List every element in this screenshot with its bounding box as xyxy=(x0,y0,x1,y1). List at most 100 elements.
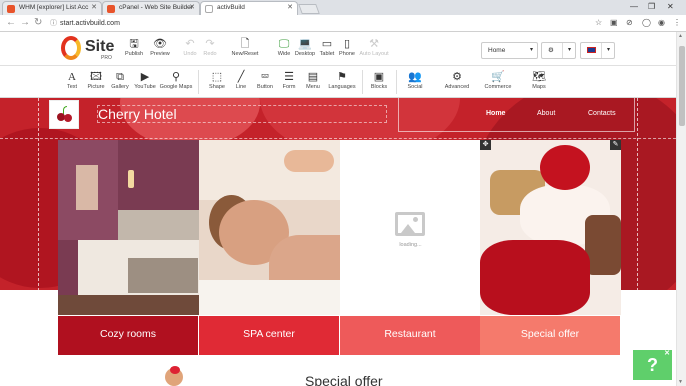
redo-button[interactable]: ↷ Redo xyxy=(200,38,220,57)
cart-icon: 🛒 xyxy=(491,71,505,83)
text-element-button[interactable]: A Text xyxy=(62,71,82,90)
close-icon[interactable]: ✕ xyxy=(91,2,97,14)
url-field[interactable]: ⓘ start.activbuild.com xyxy=(48,17,603,30)
menu-item-home[interactable]: Home xyxy=(486,110,505,117)
divider xyxy=(396,70,397,94)
undo-icon: ↶ xyxy=(185,38,195,50)
loading-text: loading... xyxy=(399,242,422,248)
phone-view-button[interactable]: ▯ Phone xyxy=(337,38,357,57)
tablet-view-button[interactable]: ▭ Tablet xyxy=(317,38,337,57)
close-icon[interactable]: ✕ xyxy=(664,349,670,358)
site-title[interactable]: Cherry Hotel xyxy=(97,105,387,123)
tile-spa-image[interactable] xyxy=(199,140,340,315)
tile-special-offer-image[interactable]: ✥ ✎ xyxy=(480,140,621,315)
new-reset-button[interactable]: 🗋 New/Reset xyxy=(230,38,260,57)
shape-element-button[interactable]: ⬚ Shape xyxy=(206,71,228,90)
form-icon: ☰ xyxy=(284,71,294,83)
image-placeholder: loading... xyxy=(340,140,481,315)
minimize-icon[interactable]: — xyxy=(630,0,638,14)
scroll-down-icon[interactable]: ▼ xyxy=(678,379,683,385)
move-handle-icon[interactable]: ✥ xyxy=(480,140,491,150)
close-icon[interactable]: ✕ xyxy=(287,2,293,14)
redo-label: Redo xyxy=(203,51,217,57)
page-select-value: Home xyxy=(488,47,506,54)
redo-icon: ↷ xyxy=(205,38,215,50)
tile-label-restaurant[interactable]: Restaurant xyxy=(340,316,480,355)
chevron-down-icon: ▾ xyxy=(529,47,533,53)
extension-icon[interactable]: ▣ xyxy=(610,18,618,28)
publish-button[interactable]: 🖫 Publish xyxy=(123,38,145,57)
tile-label-special-offer[interactable]: Special offer xyxy=(480,316,620,355)
save-icon: 🖫 xyxy=(129,38,139,50)
preview-button[interactable]: 👁 Preview xyxy=(148,38,172,57)
social-element-button[interactable]: 👥 Social xyxy=(403,71,427,90)
form-element-button[interactable]: ☰ Form xyxy=(279,71,299,90)
page-canvas[interactable]: Cherry Hotel Home About Contacts loading… xyxy=(0,98,676,386)
language-dropdown[interactable]: ▾ xyxy=(580,42,615,59)
shape-label: Shape xyxy=(209,84,225,90)
maps-element-button[interactable]: 🗺 Maps xyxy=(527,71,551,90)
extension-icon[interactable]: ⊘ xyxy=(626,18,633,28)
window-close-icon[interactable]: ✕ xyxy=(667,0,674,14)
gear-icon: ⚙ xyxy=(548,47,554,54)
browser-tab-cpanel[interactable]: cPanel - Web Site Builder ✕ xyxy=(102,1,200,15)
bookmark-star-icon[interactable]: ☆ xyxy=(595,18,602,28)
uk-flag-icon xyxy=(587,47,596,54)
menu-icon[interactable]: ⋮ xyxy=(673,18,681,28)
commerce-label: Commerce xyxy=(484,84,512,90)
browser-tab-whm[interactable]: WHM [explorer] List Acc ✕ xyxy=(2,1,102,15)
scroll-up-icon[interactable]: ▲ xyxy=(678,33,683,39)
social-icon: 👥 xyxy=(408,71,422,83)
reload-icon[interactable]: ↻ xyxy=(34,17,42,29)
eye-icon: 👁 xyxy=(153,38,167,50)
new-tab-button[interactable] xyxy=(298,4,320,14)
tile-label-spa-center[interactable]: SPA center xyxy=(199,316,339,355)
settings-dropdown[interactable]: ⚙ ▾ xyxy=(541,42,576,59)
desktop-view-button[interactable]: 💻 Desktop xyxy=(294,38,316,57)
extension-icon[interactable]: ◯ xyxy=(642,18,651,28)
close-icon[interactable]: ✕ xyxy=(189,2,195,14)
line-element-button[interactable]: ╱ Line xyxy=(231,71,251,90)
picture-element-button[interactable]: 🖾 Picture xyxy=(85,71,107,90)
menu-item-about[interactable]: About xyxy=(537,110,555,117)
scrollbar-thumb[interactable] xyxy=(679,46,685,126)
gallery-icon: ⧉ xyxy=(116,71,124,83)
undo-button[interactable]: ↶ Undo xyxy=(180,38,200,57)
google-maps-element-button[interactable]: ⚲ Google Maps xyxy=(158,71,194,90)
extension-icon[interactable]: ◉ xyxy=(658,18,665,28)
tile-cozy-rooms-image[interactable] xyxy=(58,140,199,315)
help-button[interactable]: ? ✕ xyxy=(633,350,672,380)
tile-restaurant-image[interactable]: loading... xyxy=(340,140,481,315)
divider xyxy=(198,70,199,94)
tablet-icon: ▭ xyxy=(321,38,333,50)
youtube-icon: ▶ xyxy=(140,71,150,83)
commerce-element-button[interactable]: 🛒 Commerce xyxy=(482,71,514,90)
back-arrow-icon[interactable]: ← xyxy=(6,17,16,29)
youtube-label: YouTube xyxy=(134,84,156,90)
edit-pencil-icon[interactable]: ✎ xyxy=(610,140,621,150)
youtube-element-button[interactable]: ▶ YouTube xyxy=(133,71,157,90)
page-scrollbar[interactable]: ▲ ▼ xyxy=(676,32,686,386)
laptop-icon: 💻 xyxy=(298,38,312,50)
line-icon: ╱ xyxy=(237,71,245,83)
auto-layout-button[interactable]: ⚒ Auto Layout xyxy=(357,38,391,57)
button-element-button[interactable]: ⮹ Button xyxy=(254,71,276,90)
wide-view-button[interactable]: 🖵 Wide xyxy=(274,38,294,57)
info-icon[interactable]: ⓘ xyxy=(50,17,57,30)
menu-item-contacts[interactable]: Contacts xyxy=(588,110,616,117)
page-select[interactable]: Home ▾ xyxy=(481,42,538,59)
button-label: Button xyxy=(257,84,273,90)
browser-tab-activbuild[interactable]: activBuild ✕ xyxy=(200,1,298,15)
blocks-element-button[interactable]: ▣ Blocks xyxy=(368,71,390,90)
site-logo[interactable] xyxy=(49,100,79,129)
page-favicon-icon xyxy=(205,5,213,13)
gallery-element-button[interactable]: ⧉ Gallery xyxy=(109,71,131,90)
magic-wand-icon: ⚒ xyxy=(369,38,379,50)
site-menu[interactable]: Home About Contacts xyxy=(398,98,635,132)
languages-element-button[interactable]: ⚑ Languages xyxy=(326,71,358,90)
menu-element-button[interactable]: ▤ Menu xyxy=(302,71,324,90)
maximize-icon[interactable]: ❐ xyxy=(648,0,655,14)
advanced-element-button[interactable]: ⚙ Advanced xyxy=(442,71,472,90)
forward-arrow-icon[interactable]: → xyxy=(20,17,30,29)
tile-label-cozy-rooms[interactable]: Cozy rooms xyxy=(58,316,198,355)
